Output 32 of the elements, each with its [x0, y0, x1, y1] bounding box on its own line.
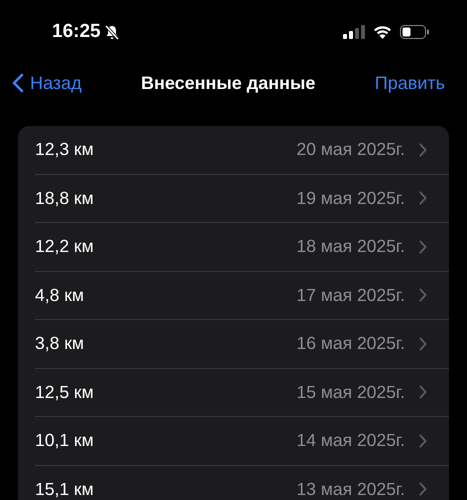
wifi-icon	[373, 25, 392, 39]
chevron-icon	[419, 482, 427, 496]
date-label: 20 мая 2025г.	[296, 139, 405, 160]
back-chevron-icon	[12, 73, 24, 93]
distance-label: 12,3 км	[35, 139, 95, 160]
signal-icon	[343, 25, 365, 39]
date-label: 13 мая 2025г.	[296, 478, 405, 500]
chevron-icon	[419, 434, 427, 448]
distance-label: 4,8 км	[35, 284, 85, 306]
date-label: 15 мая 2025г.	[296, 382, 405, 403]
chevron-icon	[419, 191, 427, 206]
chevron-icon	[419, 336, 427, 351]
edit-button[interactable]: Править	[374, 72, 445, 94]
date-label: 14 мая 2025г.	[296, 430, 405, 452]
distance-label: 12,5 км	[35, 382, 95, 403]
date-label: 17 мая 2025г.	[296, 284, 405, 306]
distance-label: 15,1 км	[35, 478, 95, 500]
battery-icon	[400, 25, 429, 39]
chevron-icon	[419, 240, 427, 254]
status-time: 16:25	[52, 21, 101, 43]
date-label: 19 мая 2025г.	[296, 188, 405, 209]
chevron-icon	[419, 142, 427, 157]
chevron-icon	[419, 385, 427, 400]
back-button[interactable]: Назад	[12, 72, 82, 94]
chevron-icon	[419, 288, 427, 302]
distance-label: 18,8 км	[35, 188, 95, 209]
screen-title: Внесенные данные	[141, 72, 316, 94]
date-label: 18 мая 2025г.	[296, 236, 405, 258]
distance-label: 10,1 км	[35, 430, 95, 452]
distance-label: 3,8 км	[35, 333, 85, 354]
date-label: 16 мая 2025г.	[296, 333, 405, 354]
distance-label: 12,2 км	[35, 236, 95, 258]
